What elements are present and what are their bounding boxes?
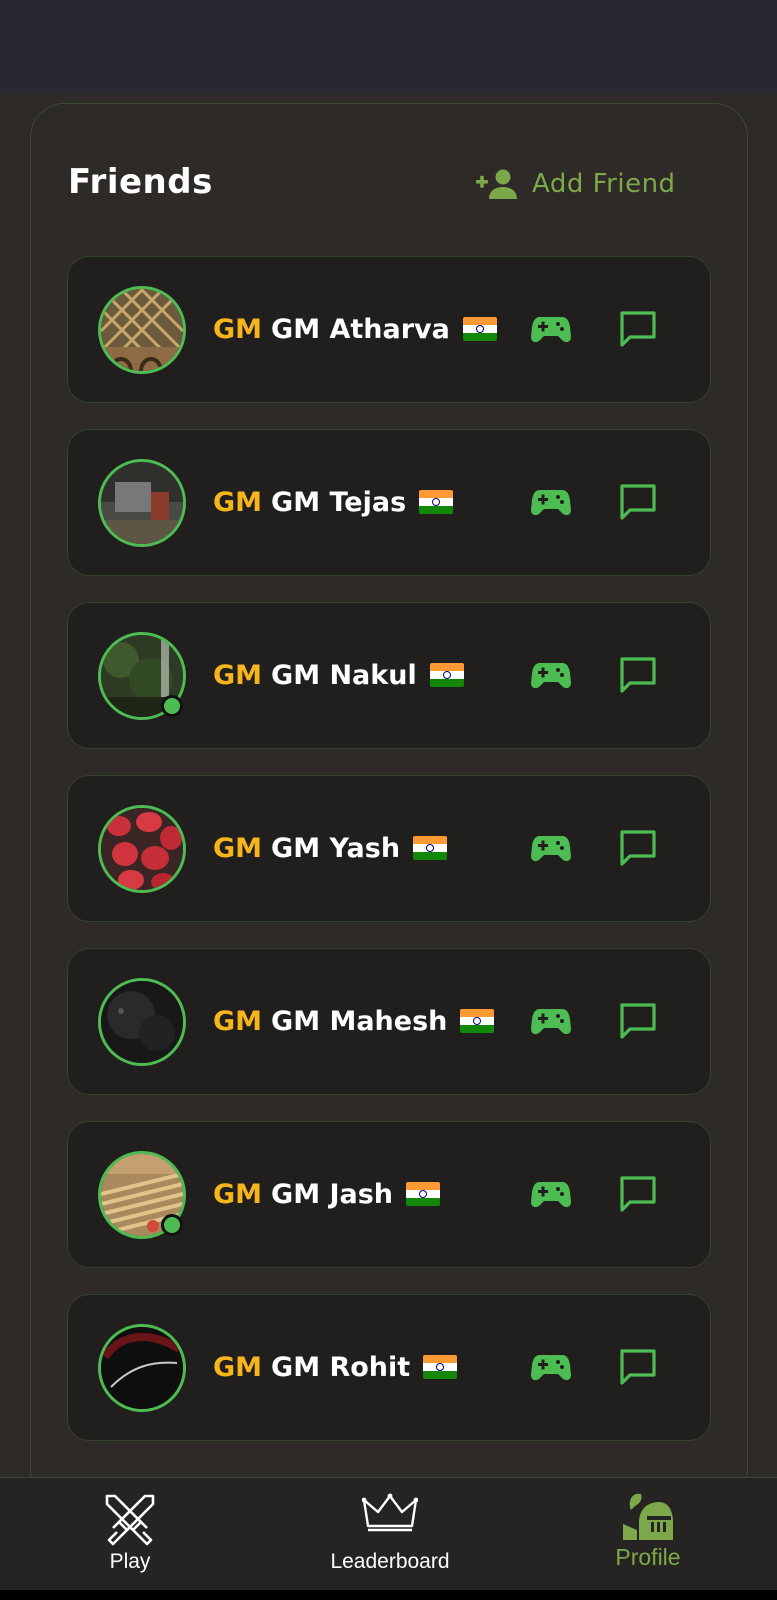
gamepad-icon[interactable] [531,484,571,520]
friend-card[interactable]: GM GM Yash [67,775,711,922]
gamepad-icon[interactable] [531,311,571,347]
nav-leaderboard-label: Leaderboard [330,1550,450,1573]
person-add-icon [476,169,517,199]
chat-bubble-icon[interactable] [618,1174,658,1214]
chat-bubble-icon[interactable] [618,309,658,349]
friend-card[interactable]: GM GM Tejas [67,429,711,576]
add-friend-label: Add Friend [532,169,676,199]
online-indicator [161,695,183,717]
nav-leaderboard[interactable]: Leaderboard [310,1478,470,1591]
avatar[interactable] [98,286,186,374]
nav-profile[interactable]: Profile [590,1478,706,1591]
crossed-swords-icon [105,1494,155,1546]
friend-card[interactable]: GM GM Atharva [67,256,711,403]
chat-bubble-icon[interactable] [618,482,658,522]
nav-play-label: Play [109,1550,151,1573]
title-badge: GM [213,659,263,691]
nav-play[interactable]: Play [80,1478,180,1591]
title-badge: GM [213,1351,263,1383]
add-friend-button[interactable]: Add Friend [476,164,676,204]
nav-profile-label: Profile [615,1544,681,1570]
friend-name-text: GM Mahesh [271,1005,448,1037]
friend-name: GM GM Nakul [213,655,464,695]
india-flag-icon [419,490,454,514]
system-gesture-bar [0,1590,777,1600]
friend-card[interactable]: GM GM Rohit [67,1294,711,1441]
friend-card[interactable]: GM GM Jash [67,1121,711,1268]
avatar[interactable] [98,978,186,1066]
online-indicator [161,1214,183,1236]
friend-card[interactable]: GM GM Mahesh [67,948,711,1095]
india-flag-icon [423,1355,458,1379]
friend-name: GM GM Yash [213,828,448,868]
chat-bubble-icon[interactable] [618,1347,658,1387]
friend-name: GM GM Jash [213,1174,441,1214]
india-flag-icon [429,663,464,687]
gamepad-icon[interactable] [531,1003,571,1039]
india-flag-icon [406,1182,441,1206]
title-badge: GM [213,313,263,345]
gamepad-icon[interactable] [531,657,571,693]
friend-name: GM GM Atharva [213,309,497,349]
chat-bubble-icon[interactable] [618,655,658,695]
gamepad-icon[interactable] [531,830,571,866]
friend-name-text: GM Atharva [271,313,450,345]
friend-name-text: GM Nakul [271,659,417,691]
status-bar [0,0,777,94]
friend-card[interactable]: GM GM Nakul [67,602,711,749]
friend-name: GM GM Rohit [213,1347,458,1387]
friend-name-text: GM Tejas [271,486,407,518]
friend-name: GM GM Tejas [213,482,454,522]
title-badge: GM [213,1178,263,1210]
gamepad-icon[interactable] [531,1176,571,1212]
title-badge: GM [213,486,263,518]
page-title: Friends [68,162,213,202]
friend-name: GM GM Mahesh [213,1001,495,1041]
gamepad-icon[interactable] [531,1349,571,1385]
crown-icon [362,1493,418,1532]
bottom-nav: Play Leaderboard Profile [0,1477,777,1590]
chat-bubble-icon[interactable] [618,828,658,868]
friend-name-text: GM Yash [271,832,401,864]
friend-name-text: GM Jash [271,1178,394,1210]
title-badge: GM [213,832,263,864]
india-flag-icon [413,836,448,860]
avatar[interactable] [98,1324,186,1412]
title-badge: GM [213,1005,263,1037]
chat-bubble-icon[interactable] [618,1001,658,1041]
avatar[interactable] [98,459,186,547]
avatar[interactable] [98,805,186,893]
india-flag-icon [462,317,497,341]
knight-helmet-icon [623,1493,673,1540]
friend-name-text: GM Rohit [271,1351,411,1383]
india-flag-icon [460,1009,495,1033]
